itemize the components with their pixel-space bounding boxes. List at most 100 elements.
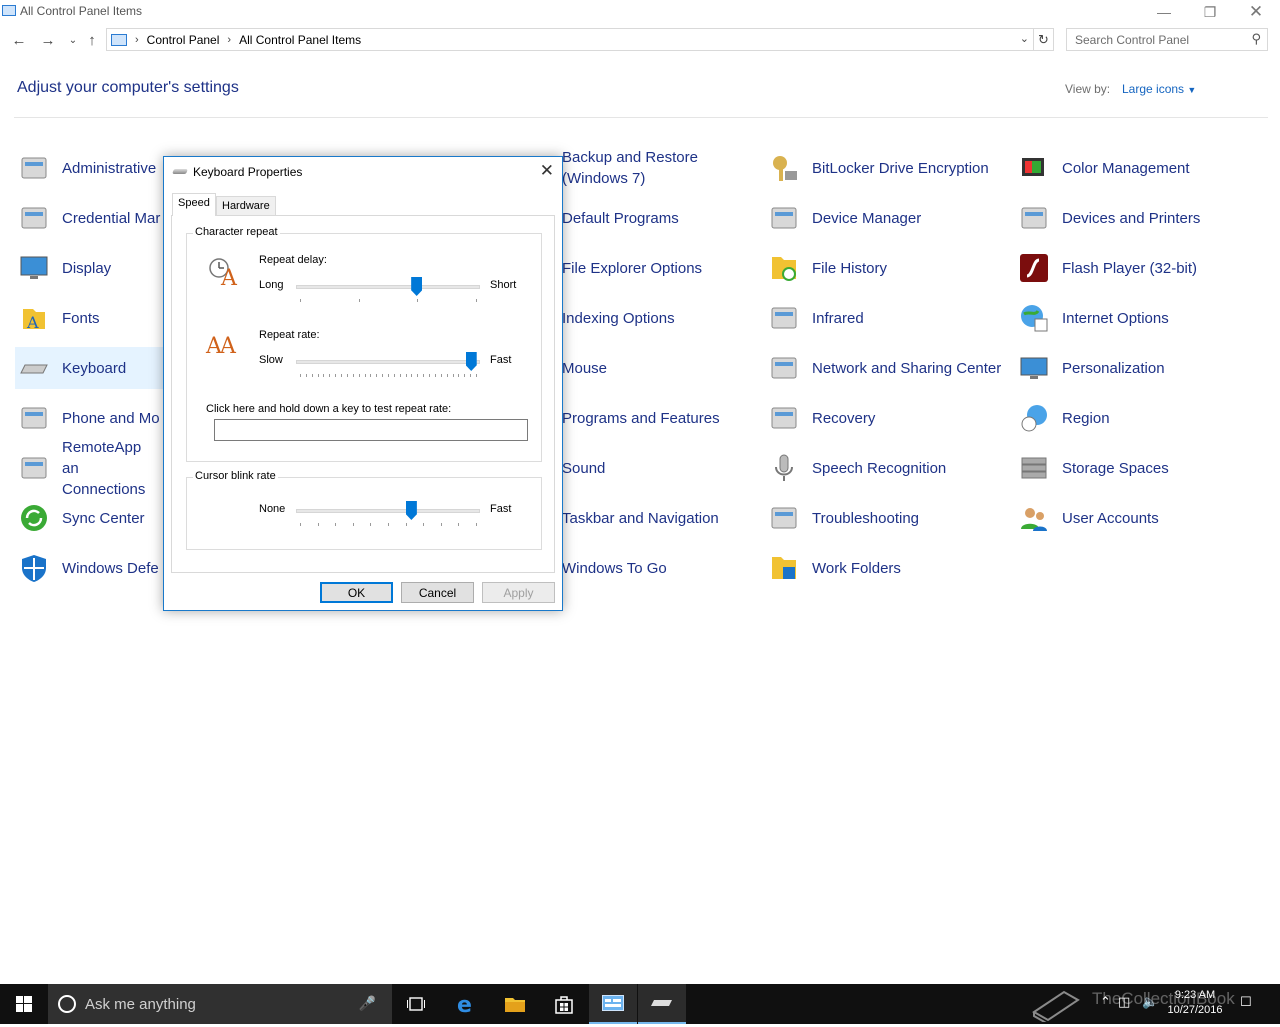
credential-manager-icon — [18, 202, 50, 234]
admin-tools-icon — [18, 152, 50, 184]
control-panel-item-label: Color Management — [1062, 159, 1190, 177]
breadcrumb-all-items[interactable]: All Control Panel Items — [239, 33, 361, 47]
refresh-icon[interactable]: ↻ — [1034, 28, 1054, 51]
search-placeholder: Search Control Panel — [1075, 33, 1190, 47]
speed-tab-panel: Character repeat A Repeat delay: Long Sh… — [171, 215, 555, 573]
control-panel-small-icon — [111, 33, 127, 46]
slider-tick — [423, 374, 425, 377]
control-panel-item[interactable]: Infrared — [765, 297, 1005, 339]
keyboard-taskbar-icon[interactable] — [638, 984, 686, 1024]
view-by-dropdown[interactable]: Large icons ▼ — [1122, 82, 1196, 96]
breadcrumb-control-panel[interactable]: Control Panel — [147, 33, 220, 47]
control-panel-item-label: Troubleshooting — [812, 509, 920, 527]
control-panel-item-label: Mouse — [562, 359, 608, 377]
repeat-rate-min-label: Slow — [259, 354, 283, 366]
control-panel-item[interactable]: Device Manager — [765, 197, 1005, 239]
control-panel-item[interactable]: Storage Spaces — [1015, 447, 1255, 489]
control-panel-item[interactable]: User Accounts — [1015, 497, 1255, 539]
slider-tick — [317, 374, 319, 377]
internet-options-icon — [1018, 302, 1050, 334]
region-icon — [1018, 402, 1050, 434]
control-panel-taskbar-icon[interactable] — [589, 984, 637, 1024]
repeat-rate-max-label: Fast — [490, 354, 512, 366]
display-icon — [18, 252, 50, 284]
dialog-close-icon[interactable]: ✕ — [540, 161, 554, 181]
control-panel-item-label: Region — [1062, 409, 1110, 427]
character-repeat-label: Character repeat — [193, 226, 280, 238]
color-management-icon — [1018, 152, 1050, 184]
cursor-blink-slider[interactable] — [296, 501, 480, 526]
recovery-icon — [768, 402, 800, 434]
task-view-icon[interactable] — [392, 984, 440, 1024]
control-panel-item-label: RemoteApp an Connections — [62, 438, 146, 498]
slider-track — [296, 285, 480, 289]
cursor-blink-label: Cursor blink rate — [193, 470, 278, 482]
test-repeat-input[interactable] — [214, 419, 528, 441]
control-panel-item-label: Administrative — [62, 159, 157, 177]
cortana-search-box[interactable]: Ask me anything 🎤 — [48, 984, 392, 1024]
slider-tick — [352, 374, 354, 377]
control-panel-item[interactable]: Internet Options — [1015, 297, 1255, 339]
control-panel-item[interactable]: BitLocker Drive Encryption — [765, 147, 1005, 189]
search-input[interactable]: Search Control Panel ⚲ — [1066, 28, 1268, 51]
sync-center-icon — [18, 502, 50, 534]
personalization-icon — [1018, 352, 1050, 384]
microphone-icon[interactable]: 🎤 — [359, 995, 376, 1012]
cancel-button[interactable]: Cancel — [401, 582, 474, 603]
breadcrumb-separator-icon[interactable]: › — [135, 34, 139, 46]
minimize-button[interactable]: — — [1141, 0, 1187, 24]
slider-thumb[interactable] — [405, 501, 417, 520]
edge-icon[interactable]: e — [442, 984, 490, 1024]
slider-tick — [399, 374, 401, 377]
slider-thumb[interactable] — [465, 352, 477, 371]
window-title: All Control Panel Items — [20, 4, 143, 18]
forward-arrow-icon[interactable]: → — [37, 30, 59, 50]
address-bar[interactable]: › Control Panel › All Control Panel Item… — [106, 28, 1034, 51]
slider-tick — [370, 374, 372, 377]
repeat-rate-slider[interactable] — [296, 352, 480, 377]
control-panel-item[interactable]: Network and Sharing Center — [765, 347, 1005, 389]
slider-tick — [423, 523, 425, 526]
repeat-rate-label: Repeat rate: — [259, 329, 320, 341]
slider-thumb[interactable] — [411, 277, 423, 296]
control-panel-item[interactable]: Color Management — [1015, 147, 1255, 189]
file-explorer-icon[interactable] — [491, 984, 539, 1024]
tab-speed[interactable]: Speed — [172, 193, 216, 216]
repeat-delay-slider[interactable] — [296, 277, 480, 302]
breadcrumb-separator-icon[interactable]: › — [227, 34, 231, 46]
apply-button[interactable]: Apply — [482, 582, 555, 603]
tab-hardware[interactable]: Hardware — [216, 196, 276, 215]
control-panel-item[interactable]: Troubleshooting — [765, 497, 1005, 539]
control-panel-item[interactable]: Devices and Printers — [1015, 197, 1255, 239]
control-panel-item-label: Backup and Restore (Windows 7) — [562, 149, 698, 187]
control-panel-item[interactable]: Recovery — [765, 397, 1005, 439]
close-button[interactable]: ✕ — [1233, 0, 1279, 24]
slider-tick — [352, 523, 354, 526]
slider-tick — [393, 374, 395, 377]
ok-button[interactable]: OK — [320, 582, 393, 603]
control-panel-item[interactable]: Speech Recognition — [765, 447, 1005, 489]
control-panel-item[interactable]: Flash Player (32-bit) — [1015, 247, 1255, 289]
control-panel-item-label: Storage Spaces — [1062, 459, 1169, 477]
slider-tick — [382, 374, 384, 377]
address-dropdown-icon[interactable]: ⌄ — [1020, 32, 1029, 45]
taskbar-clock[interactable]: 9:23 AM 10/27/2016 — [1160, 988, 1230, 1018]
flash-player-icon — [1018, 252, 1050, 284]
page-title: Adjust your computer's settings — [17, 79, 239, 96]
control-panel-item-label: Windows Defe — [62, 559, 159, 577]
control-panel-item[interactable]: Work Folders — [765, 547, 1005, 589]
control-panel-item-label: Phone and Mo — [62, 409, 160, 427]
store-icon[interactable] — [540, 984, 588, 1024]
restore-button[interactable]: ❐ — [1187, 0, 1233, 24]
start-button[interactable] — [0, 984, 48, 1024]
repeat-delay-min-label: Long — [259, 279, 284, 291]
back-arrow-icon[interactable]: ← — [8, 30, 30, 50]
control-panel-item-label: File History — [812, 259, 888, 277]
control-panel-item[interactable]: Personalization — [1015, 347, 1255, 389]
up-arrow-icon[interactable]: ↑ — [81, 30, 103, 50]
taskbar: Ask me anything 🎤 e ⌃ ◫ 🔈 ☐ — [0, 984, 1280, 1025]
control-panel-item[interactable]: Region — [1015, 397, 1255, 439]
action-center-icon[interactable]: ☐ — [1240, 994, 1252, 1010]
control-panel-item[interactable]: File History — [765, 247, 1005, 289]
slider-tick — [405, 374, 407, 377]
